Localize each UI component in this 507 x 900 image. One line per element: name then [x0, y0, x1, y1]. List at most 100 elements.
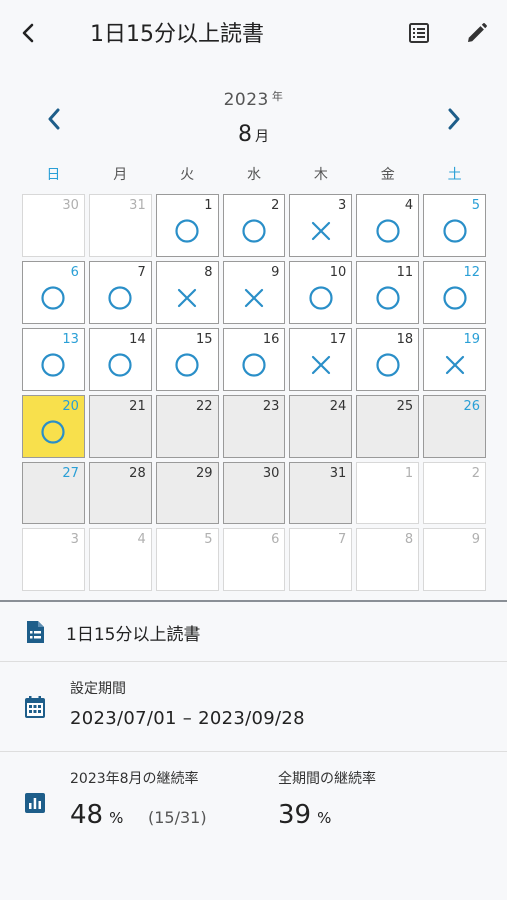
day-cell[interactable]: 26: [423, 394, 487, 458]
calendar-month: 8月: [0, 122, 507, 147]
day-cell[interactable]: 13: [22, 327, 85, 391]
day-cell[interactable]: 8: [356, 528, 420, 592]
top-app-bar: 1日15分以上読書: [0, 0, 507, 72]
day-cell[interactable]: 30: [22, 194, 85, 257]
day-cell[interactable]: 9: [222, 260, 286, 324]
day-number: 4: [137, 532, 146, 548]
day-cell[interactable]: 1: [155, 194, 219, 257]
weekday-label: 水: [247, 167, 261, 183]
day-number: 31: [329, 465, 347, 481]
day-cell[interactable]: 23: [222, 394, 286, 458]
total-rate-unit: %: [317, 809, 332, 827]
day-number: 22: [196, 398, 213, 414]
month-rate-unit: %: [109, 809, 124, 827]
day-cell[interactable]: 22: [155, 394, 219, 458]
list-view-button[interactable]: [404, 20, 434, 50]
chevron-right-icon: [443, 107, 463, 135]
circle-mark-icon: [424, 201, 485, 262]
day-cell[interactable]: 21: [88, 394, 152, 458]
day-cell[interactable]: 6: [222, 528, 286, 592]
edit-button[interactable]: [462, 20, 492, 50]
circle-mark-icon: [157, 335, 218, 396]
day-number: 6: [271, 532, 280, 548]
period-label: 設定期間: [70, 681, 126, 697]
day-cell[interactable]: 30: [222, 461, 286, 525]
circle-mark-icon: [90, 335, 151, 396]
day-number: 30: [62, 198, 79, 213]
year-unit: 年: [271, 90, 284, 103]
day-cell[interactable]: 24: [289, 394, 353, 458]
circle-mark-icon: [224, 201, 285, 262]
circle-mark-icon: [23, 268, 84, 329]
day-cell[interactable]: 6: [22, 260, 85, 324]
calendar-icon: [22, 694, 48, 720]
day-cell[interactable]: 10: [289, 260, 353, 324]
previous-month-button[interactable]: [38, 104, 72, 138]
year-value: 2023: [223, 90, 269, 110]
day-cell[interactable]: 28: [88, 461, 152, 525]
day-cell[interactable]: 17: [289, 327, 353, 391]
day-cell[interactable]: 2: [222, 194, 286, 257]
day-cell[interactable]: 16: [222, 327, 286, 391]
weekday-label: 土: [447, 167, 462, 183]
day-cell[interactable]: 4: [88, 528, 152, 592]
cross-mark-icon: [224, 268, 285, 329]
day-cell[interactable]: 31: [289, 461, 353, 525]
cross-mark-icon: [157, 268, 218, 329]
circle-mark-icon: [357, 268, 418, 329]
calendar-year: 2023 年: [0, 88, 507, 110]
month-rate-count: (15/31): [148, 808, 207, 827]
day-cell[interactable]: 31: [88, 194, 152, 257]
day-cell[interactable]: 7: [289, 528, 353, 592]
day-number: 27: [62, 465, 79, 481]
circle-mark-icon: [224, 335, 285, 396]
circle-mark-icon: [23, 335, 84, 396]
circle-mark-icon: [357, 201, 418, 262]
day-number: 3: [70, 532, 79, 548]
day-number: 2: [471, 465, 481, 481]
day-cell[interactable]: 15: [155, 327, 219, 391]
circle-mark-icon: [357, 335, 418, 396]
day-cell[interactable]: 19: [423, 327, 487, 391]
day-cell[interactable]: 4: [356, 194, 420, 257]
circle-mark-icon: [90, 268, 151, 329]
day-cell[interactable]: 18: [356, 327, 420, 391]
day-cell[interactable]: 20: [22, 394, 85, 458]
day-cell[interactable]: 12: [423, 260, 487, 324]
month-rate-number: 48: [70, 800, 104, 830]
chevron-left-icon: [45, 107, 65, 135]
day-cell[interactable]: 27: [22, 461, 85, 525]
day-cell[interactable]: 9: [423, 528, 487, 592]
weekday-label: 木: [313, 167, 328, 183]
day-cell[interactable]: 14: [88, 327, 152, 391]
day-cell[interactable]: 2: [423, 461, 487, 525]
total-rate-label: 全期間の継続率: [278, 771, 376, 787]
day-cell[interactable]: 3: [289, 194, 353, 257]
day-number: 29: [196, 465, 213, 481]
day-cell[interactable]: 7: [88, 260, 152, 324]
day-number: 24: [329, 398, 347, 414]
month-unit: 月: [255, 129, 269, 145]
back-button[interactable]: [14, 20, 44, 50]
month-rate-value: 48%: [70, 800, 123, 830]
day-number: 21: [129, 398, 146, 414]
day-cell[interactable]: 25: [356, 394, 420, 458]
circle-mark-icon: [23, 402, 84, 463]
day-cell[interactable]: 29: [155, 461, 219, 525]
weekday-header: 日 月 火 水 木 金 土: [20, 164, 488, 184]
goal-info-panel: 1日15分以上読書 設定期間 2023/07/01 – 2023/09/28 2…: [0, 602, 507, 900]
circle-mark-icon: [157, 201, 218, 262]
day-cell[interactable]: 5: [155, 528, 219, 592]
pencil-icon: [465, 21, 489, 49]
day-number: 25: [396, 398, 414, 414]
calendar-grid: 30 31 1 2 3 4 5 6 7 8 9 10 11 12 13 14 15 16 17 18 19 20 21 22 2…: [20, 192, 488, 593]
month-rate-label: 2023年8月の継続率: [70, 771, 199, 787]
day-number: 7: [338, 532, 347, 548]
stats-row: 2023年8月の継続率 48% (15/31) 全期間の継続率 39%: [0, 752, 507, 862]
next-month-button[interactable]: [436, 104, 470, 138]
day-cell[interactable]: 11: [356, 260, 420, 324]
day-cell[interactable]: 8: [155, 260, 219, 324]
day-cell[interactable]: 3: [22, 528, 85, 592]
day-cell[interactable]: 1: [356, 461, 420, 525]
day-cell[interactable]: 5: [423, 194, 487, 257]
